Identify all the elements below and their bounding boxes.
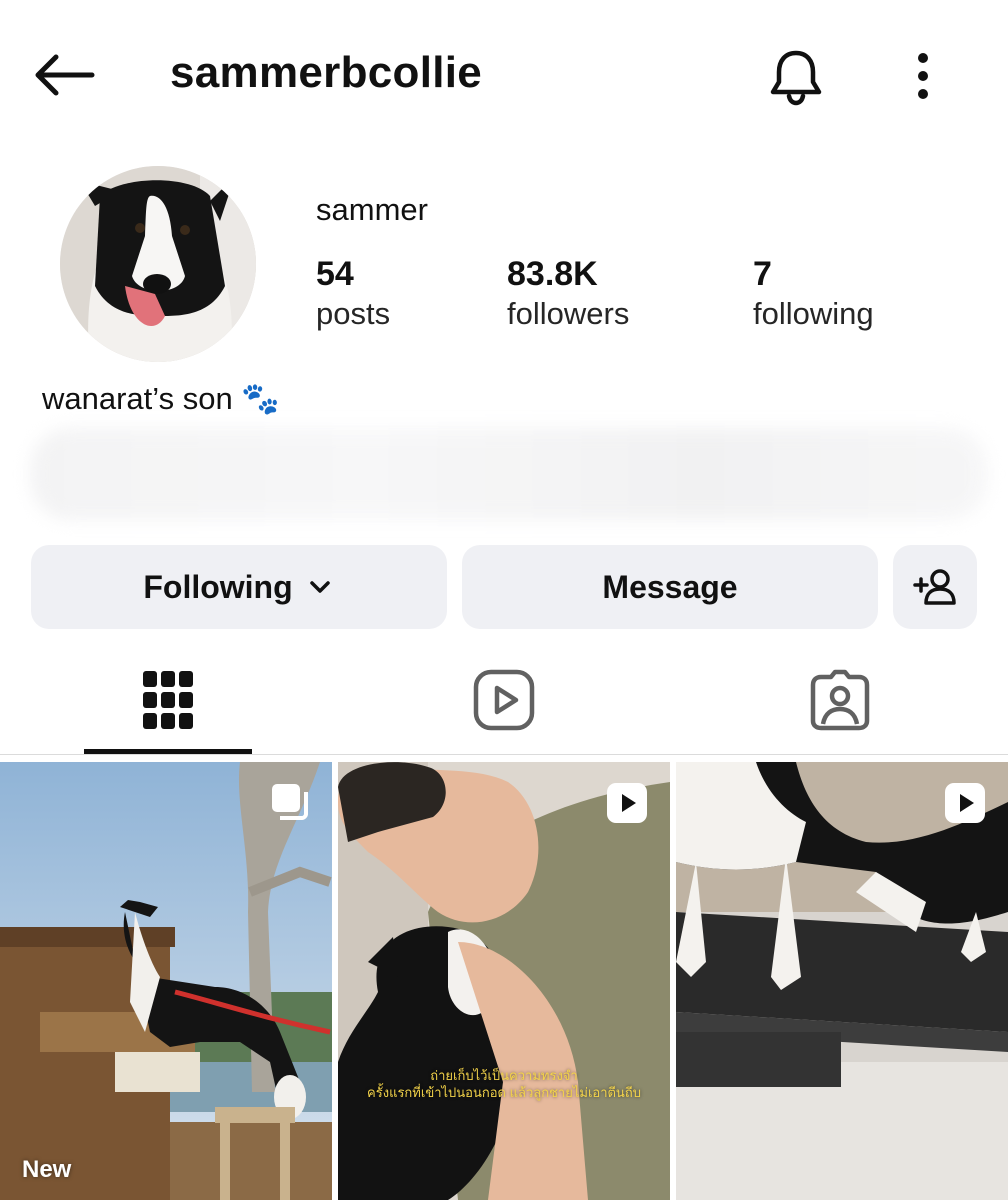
video-caption-line-2: ครั้งแรกที่เข้าไปนอนกอด แล้วลูกชายไม่เอา… [367, 1085, 641, 1100]
bell-icon [770, 50, 822, 106]
video-caption-line-1: ถ่ายเก็บไว้เป็นความทรงจำ [430, 1068, 578, 1083]
new-post-label: New [22, 1156, 72, 1183]
following-count-label: following [753, 296, 874, 331]
tab-reels[interactable] [420, 652, 588, 748]
back-arrow-icon [35, 54, 95, 96]
man-hugging-dog-photo [338, 762, 670, 1200]
post-thumbnail-2[interactable]: ถ่ายเก็บไว้เป็นความทรงจำ ครั้งแรกที่เข้า… [338, 762, 670, 1200]
posts-count-value: 54 [316, 255, 354, 293]
chevron-down-icon [309, 581, 330, 593]
person-add-icon [913, 569, 956, 605]
bio-text: wanarat’s son 🐾 [42, 381, 280, 416]
display-name: sammer [316, 192, 428, 227]
dog-on-treadmill-photo [676, 762, 1008, 1200]
following-count[interactable]: 7 following [753, 254, 874, 334]
border-collie-avatar-image [60, 166, 256, 362]
more-options-button[interactable] [896, 44, 950, 108]
reel-icon [945, 783, 985, 823]
followers-count-label: followers [507, 296, 630, 331]
post-thumbnail-1[interactable]: New [0, 762, 332, 1200]
notifications-button[interactable] [764, 44, 828, 108]
suggest-people-button[interactable] [893, 545, 977, 629]
more-vertical-icon [918, 53, 928, 99]
tab-posts[interactable] [84, 652, 252, 748]
message-button[interactable]: Message [462, 545, 878, 629]
posts-count[interactable]: 54 posts [316, 254, 390, 334]
back-button[interactable] [30, 50, 96, 100]
dog-on-piano-photo [0, 762, 332, 1200]
reels-icon [473, 669, 535, 731]
tab-divider [0, 754, 1008, 755]
following-button[interactable]: Following [31, 545, 447, 629]
following-count-value: 7 [753, 255, 772, 293]
reel-icon [607, 783, 647, 823]
post-thumbnail-3[interactable] [676, 762, 1008, 1200]
followers-count-value: 83.8K [507, 255, 598, 293]
avatar[interactable] [60, 166, 256, 362]
tagged-icon [810, 669, 870, 731]
message-button-label: Message [602, 568, 738, 605]
redacted-bio-area [30, 428, 988, 520]
following-button-label: Following [143, 568, 293, 605]
grid-icon [143, 671, 193, 729]
profile-username: sammerbcollie [170, 48, 483, 97]
carousel-icon [272, 784, 308, 820]
video-caption: ถ่ายเก็บไว้เป็นความทรงจำ ครั้งแรกที่เข้า… [338, 1067, 670, 1101]
posts-count-label: posts [316, 296, 391, 331]
tab-tagged[interactable] [756, 652, 924, 748]
followers-count[interactable]: 83.8K followers [507, 254, 629, 334]
